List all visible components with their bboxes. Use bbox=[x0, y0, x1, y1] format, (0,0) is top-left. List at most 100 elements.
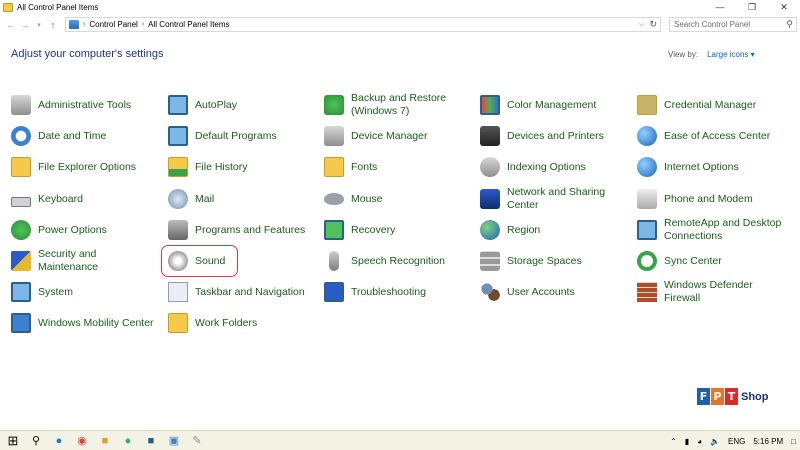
minimize-button[interactable]: — bbox=[704, 0, 736, 14]
control-panel-icon[interactable]: ▣ bbox=[167, 434, 181, 448]
item-color-management[interactable]: Color Management bbox=[480, 91, 596, 119]
item-credential-manager[interactable]: Credential Manager bbox=[637, 91, 756, 119]
item-windows-mobility-center[interactable]: Windows Mobility Center bbox=[11, 309, 154, 337]
chevron-right-icon: › bbox=[141, 21, 145, 28]
item-backup-and-restore[interactable]: Backup and Restore (Windows 7) bbox=[324, 91, 469, 119]
item-programs-and-features[interactable]: Programs and Features bbox=[168, 216, 305, 244]
sound-highlight-outline bbox=[161, 245, 238, 277]
close-button[interactable]: ✕ bbox=[768, 0, 800, 14]
search-icon[interactable]: ⚲ bbox=[29, 434, 43, 448]
admin-tools-icon bbox=[11, 95, 31, 115]
keyboard-icon bbox=[11, 196, 31, 207]
chrome-icon[interactable]: ◉ bbox=[75, 434, 89, 448]
chevron-up-icon[interactable]: ⌃ bbox=[670, 437, 677, 446]
printer-icon bbox=[480, 126, 500, 146]
notification-icon[interactable]: □ bbox=[791, 437, 796, 446]
forward-arrow-icon[interactable]: → bbox=[18, 18, 32, 32]
item-security-and-maintenance[interactable]: Security and Maintenance bbox=[11, 247, 156, 275]
chevron-right-icon: › bbox=[83, 21, 86, 28]
autoplay-icon bbox=[168, 95, 188, 115]
item-administrative-tools[interactable]: Administrative Tools bbox=[11, 91, 131, 119]
maximize-button[interactable]: ❐ bbox=[736, 0, 768, 14]
device-manager-icon bbox=[324, 126, 344, 146]
up-arrow-icon[interactable]: ↑ bbox=[46, 18, 60, 32]
item-troubleshooting[interactable]: Troubleshooting bbox=[324, 278, 426, 306]
navigation-bar: ← → ▾ ↑ › Control Panel › All Control Pa… bbox=[0, 16, 800, 34]
item-speech-recognition[interactable]: Speech Recognition bbox=[324, 247, 445, 275]
search-input[interactable] bbox=[674, 20, 784, 29]
volume-icon[interactable]: 🔈 bbox=[710, 437, 720, 446]
spotify-icon[interactable]: ● bbox=[121, 434, 135, 448]
refresh-icon[interactable]: ↻ bbox=[649, 19, 657, 30]
item-mail[interactable]: Mail bbox=[168, 185, 214, 213]
address-bar[interactable]: › Control Panel › All Control Panel Item… bbox=[65, 17, 661, 32]
paint-icon[interactable]: ✎ bbox=[190, 434, 204, 448]
control-panel-icon bbox=[3, 2, 13, 12]
item-ease-of-access[interactable]: Ease of Access Center bbox=[637, 122, 770, 150]
item-sync-center[interactable]: Sync Center bbox=[637, 247, 722, 275]
language-indicator[interactable]: ENG bbox=[728, 437, 745, 446]
windows-start-icon[interactable]: ⊞ bbox=[6, 433, 20, 448]
firewall-icon bbox=[637, 282, 657, 302]
item-mouse[interactable]: Mouse bbox=[324, 185, 383, 213]
item-power-options[interactable]: Power Options bbox=[11, 216, 107, 244]
breadcrumb-control-panel[interactable]: Control Panel bbox=[89, 20, 137, 29]
item-network-and-sharing[interactable]: Network and Sharing Center bbox=[480, 185, 625, 213]
battery-icon[interactable]: ▮ bbox=[685, 437, 689, 446]
item-device-manager[interactable]: Device Manager bbox=[324, 122, 427, 150]
default-programs-icon bbox=[168, 126, 188, 146]
file-history-icon bbox=[168, 157, 188, 177]
item-phone-and-modem[interactable]: Phone and Modem bbox=[637, 185, 753, 213]
item-default-programs[interactable]: Default Programs bbox=[168, 122, 277, 150]
search-icon[interactable]: ⚲ bbox=[786, 19, 793, 30]
title-bar: All Control Panel Items — ❐ ✕ bbox=[0, 0, 800, 14]
clock[interactable]: 5:16 PM bbox=[753, 437, 783, 446]
search-box[interactable]: ⚲ bbox=[669, 17, 797, 32]
system-icon bbox=[11, 282, 31, 302]
remoteapp-icon bbox=[637, 220, 657, 240]
page-heading: Adjust your computer's settings bbox=[11, 48, 164, 60]
folder-options-icon bbox=[11, 157, 31, 177]
item-devices-and-printers[interactable]: Devices and Printers bbox=[480, 122, 604, 150]
item-fonts[interactable]: Fonts bbox=[324, 153, 377, 181]
sync-icon bbox=[637, 251, 657, 271]
item-recovery[interactable]: Recovery bbox=[324, 216, 395, 244]
users-icon bbox=[480, 282, 500, 302]
item-user-accounts[interactable]: User Accounts bbox=[480, 278, 575, 306]
region-icon bbox=[480, 220, 500, 240]
edge-icon[interactable]: ● bbox=[52, 434, 66, 448]
clock-icon bbox=[11, 126, 31, 146]
recovery-icon bbox=[324, 220, 344, 240]
word-icon[interactable]: ■ bbox=[144, 434, 158, 448]
breadcrumb-all-items[interactable]: All Control Panel Items bbox=[148, 20, 229, 29]
item-taskbar-and-navigation[interactable]: Taskbar and Navigation bbox=[168, 278, 305, 306]
taskbar: ⊞ ⚲ ● ◉ ■ ● ■ ▣ ✎ ⌃ ▮ ◕ 🔈 ENG 5:16 PM □ bbox=[0, 430, 800, 450]
item-system[interactable]: System bbox=[11, 278, 73, 306]
item-indexing-options[interactable]: Indexing Options bbox=[480, 153, 586, 181]
view-by-dropdown[interactable]: Large icons ▾ bbox=[707, 50, 755, 59]
item-file-explorer-options[interactable]: File Explorer Options bbox=[11, 153, 136, 181]
window-controls: — ❐ ✕ bbox=[704, 0, 800, 14]
item-work-folders[interactable]: Work Folders bbox=[168, 309, 257, 337]
window-title: All Control Panel Items bbox=[17, 2, 99, 12]
item-remoteapp[interactable]: RemoteApp and Desktop Connections bbox=[637, 216, 782, 244]
control-panel-icon bbox=[69, 20, 79, 29]
item-file-history[interactable]: File History bbox=[168, 153, 248, 181]
item-region[interactable]: Region bbox=[480, 216, 540, 244]
system-tray: ⌃ ▮ ◕ 🔈 ENG 5:16 PM □ bbox=[666, 431, 800, 450]
item-windows-defender-firewall[interactable]: Windows Defender Firewall bbox=[637, 278, 782, 306]
wifi-icon[interactable]: ◕ bbox=[697, 437, 702, 446]
file-explorer-icon[interactable]: ■ bbox=[98, 434, 112, 448]
chevron-down-icon[interactable]: ⌵ bbox=[639, 21, 644, 29]
item-date-and-time[interactable]: Date and Time bbox=[11, 122, 106, 150]
view-by: View by: Large icons ▾ bbox=[668, 50, 755, 59]
item-keyboard[interactable]: Keyboard bbox=[11, 185, 83, 213]
item-autoplay[interactable]: AutoPlay bbox=[168, 91, 237, 119]
fpt-shop-logo: F P T Shop bbox=[697, 388, 769, 405]
recent-locations-icon[interactable]: ▾ bbox=[32, 18, 46, 32]
item-storage-spaces[interactable]: Storage Spaces bbox=[480, 247, 582, 275]
back-arrow-icon[interactable]: ← bbox=[4, 18, 18, 32]
troubleshooting-icon bbox=[324, 282, 344, 302]
item-internet-options[interactable]: Internet Options bbox=[637, 153, 739, 181]
microphone-icon bbox=[329, 251, 339, 271]
